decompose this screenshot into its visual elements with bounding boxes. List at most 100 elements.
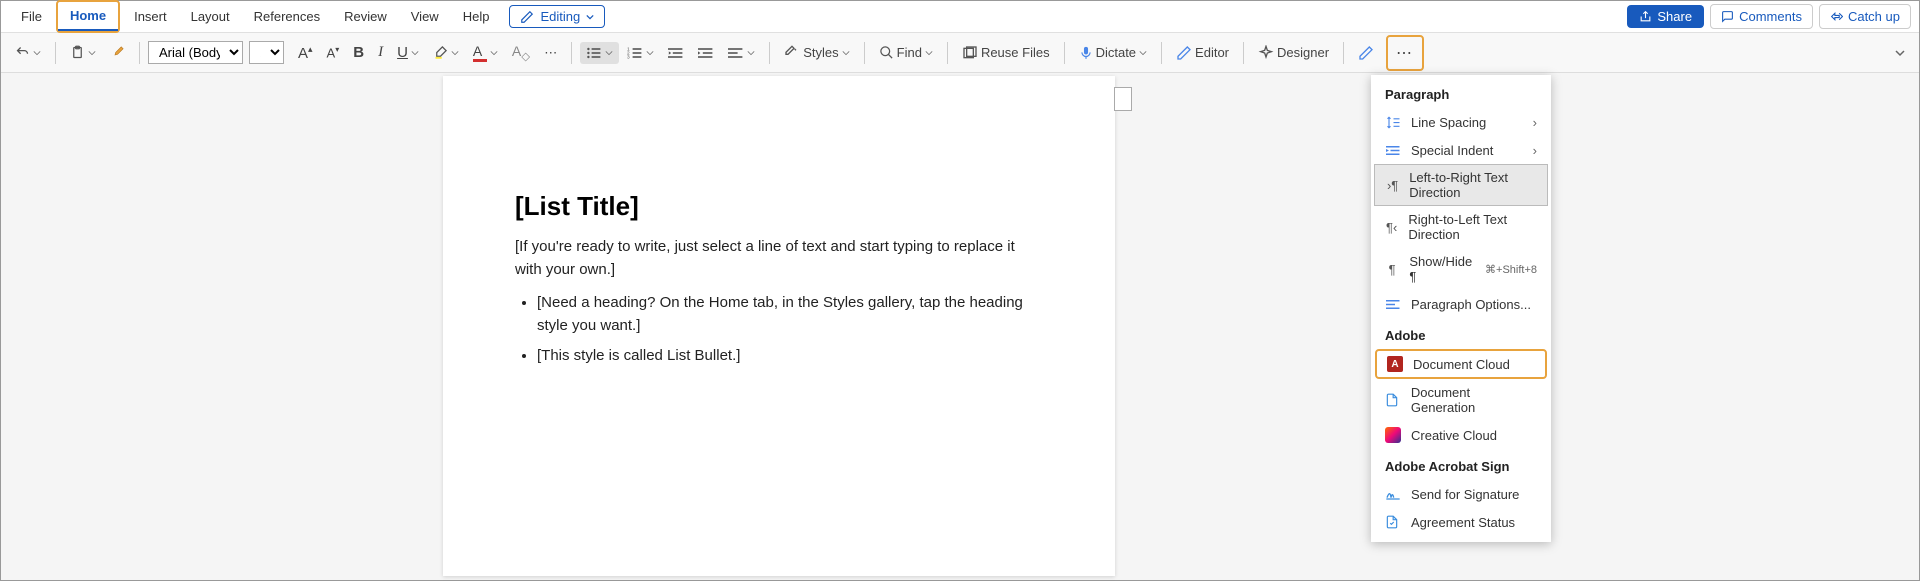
tab-file[interactable]: File xyxy=(9,3,54,30)
menu-document-cloud[interactable]: A Document Cloud xyxy=(1377,351,1545,377)
paragraph-options-icon xyxy=(1385,296,1401,312)
menu-rtl-direction[interactable]: ¶‹ Right-to-Left Text Direction xyxy=(1371,206,1551,248)
font-size-select[interactable]: 15 xyxy=(249,41,284,64)
menu-creative-cloud[interactable]: Creative Cloud xyxy=(1371,421,1551,449)
reuse-files-button[interactable]: Reuse Files xyxy=(956,41,1056,65)
menu-bar: File Home Insert Layout References Revie… xyxy=(1,1,1919,33)
chevron-down-icon xyxy=(490,49,498,57)
divider xyxy=(55,42,56,64)
tab-home[interactable]: Home xyxy=(58,2,118,31)
chevron-down-icon xyxy=(842,49,850,57)
more-font-button[interactable]: ⋯ xyxy=(538,41,563,65)
menu-label: Agreement Status xyxy=(1411,515,1515,530)
underline-button[interactable]: U xyxy=(391,40,425,65)
ellipsis-icon: ⋯ xyxy=(544,45,557,61)
format-painter-button[interactable] xyxy=(104,41,131,64)
menu-document-generation[interactable]: Document Generation xyxy=(1371,379,1551,421)
increase-indent-button[interactable] xyxy=(692,42,720,64)
menu-label: Paragraph Options... xyxy=(1411,297,1531,312)
menu-show-hide[interactable]: ¶ Show/Hide ¶ ⌘+Shift+8 xyxy=(1371,248,1551,290)
chevron-down-icon xyxy=(925,49,933,57)
menu-special-indent[interactable]: Special Indent › xyxy=(1371,136,1551,164)
editor-label: Editor xyxy=(1195,45,1229,60)
editing-label: Editing xyxy=(540,9,580,24)
editing-mode-button[interactable]: Editing xyxy=(509,5,605,28)
catchup-button[interactable]: Catch up xyxy=(1819,4,1911,29)
editor-button[interactable]: Editor xyxy=(1170,41,1235,65)
tab-view[interactable]: View xyxy=(399,3,451,30)
indent-icon xyxy=(698,46,714,60)
list-item[interactable]: [Need a heading? On the Home tab, in the… xyxy=(537,291,1043,338)
chevron-right-icon: › xyxy=(1533,115,1537,130)
ink-button[interactable] xyxy=(1352,41,1380,65)
menu-label: Document Cloud xyxy=(1413,357,1510,372)
next-page-peek xyxy=(1114,87,1132,111)
decrease-indent-button[interactable] xyxy=(662,42,690,64)
chevron-down-icon xyxy=(1139,49,1147,57)
editor-icon xyxy=(1176,45,1192,61)
menu-ltr-direction[interactable]: ›¶ Left-to-Right Text Direction xyxy=(1374,164,1548,206)
document-title[interactable]: [List Title] xyxy=(515,191,1043,222)
clear-format-button[interactable]: A◇ xyxy=(506,39,536,67)
chevron-right-icon: › xyxy=(1533,143,1537,158)
chevron-down-icon xyxy=(1895,48,1905,58)
chevron-down-icon xyxy=(451,49,459,57)
tab-review[interactable]: Review xyxy=(332,3,399,30)
highlight-button[interactable] xyxy=(427,41,465,64)
tab-layout[interactable]: Layout xyxy=(179,3,242,30)
document-icon xyxy=(1385,514,1401,530)
document-paragraph[interactable]: [If you're ready to write, just select a… xyxy=(515,236,1043,281)
divider xyxy=(1243,42,1244,64)
divider xyxy=(1343,42,1344,64)
undo-button[interactable] xyxy=(9,41,47,64)
chevron-down-icon xyxy=(586,13,594,21)
dictate-label: Dictate xyxy=(1096,45,1136,60)
chevron-down-icon xyxy=(33,49,41,57)
menu-label: Document Generation xyxy=(1411,385,1537,415)
ribbon-collapse-button[interactable] xyxy=(1889,44,1911,62)
share-label: Share xyxy=(1657,9,1692,24)
shrink-font-icon: A▾ xyxy=(327,45,340,60)
menu-label: Line Spacing xyxy=(1411,115,1486,130)
find-label: Find xyxy=(897,45,922,60)
paste-button[interactable] xyxy=(64,40,102,65)
share-button[interactable]: Share xyxy=(1627,5,1704,28)
highlight-icon xyxy=(433,45,448,60)
dictate-button[interactable]: Dictate xyxy=(1073,41,1153,65)
bullets-button[interactable] xyxy=(580,42,619,64)
more-options-button[interactable]: ⋯ xyxy=(1390,39,1420,67)
divider xyxy=(769,42,770,64)
menu-label: Special Indent xyxy=(1411,143,1493,158)
list-item[interactable]: [This style is called List Bullet.] xyxy=(537,344,1043,367)
chevron-down-icon xyxy=(88,49,96,57)
italic-button[interactable]: I xyxy=(372,40,389,65)
share-icon xyxy=(1639,10,1652,23)
bold-button[interactable]: B xyxy=(347,40,370,65)
tab-help[interactable]: Help xyxy=(451,3,502,30)
styles-button[interactable]: Styles xyxy=(778,41,855,65)
menu-agreement-status[interactable]: Agreement Status xyxy=(1371,508,1551,536)
shrink-font-button[interactable]: A▾ xyxy=(321,41,346,64)
tab-references[interactable]: References xyxy=(242,3,332,30)
numbering-icon: 123 xyxy=(627,46,643,60)
chevron-down-icon xyxy=(646,49,654,57)
designer-button[interactable]: Designer xyxy=(1252,41,1335,65)
menu-send-signature[interactable]: Send for Signature xyxy=(1371,480,1551,508)
pilcrow-icon: ¶ xyxy=(1385,261,1399,277)
tab-insert[interactable]: Insert xyxy=(122,3,179,30)
find-button[interactable]: Find xyxy=(873,41,939,64)
font-color-button[interactable]: A xyxy=(467,39,504,66)
ltr-icon: ›¶ xyxy=(1386,177,1399,193)
menu-section-adobe: Adobe xyxy=(1371,322,1551,349)
menu-paragraph-options[interactable]: Paragraph Options... xyxy=(1371,290,1551,318)
font-family-select[interactable]: Arial (Body) xyxy=(148,41,243,64)
comments-button[interactable]: Comments xyxy=(1710,4,1813,29)
align-button[interactable] xyxy=(722,42,761,64)
menu-line-spacing[interactable]: Line Spacing › xyxy=(1371,108,1551,136)
adobe-icon: A xyxy=(1387,356,1403,372)
grow-font-button[interactable]: A▴ xyxy=(292,40,319,66)
document-bullet-list[interactable]: [Need a heading? On the Home tab, in the… xyxy=(515,291,1043,367)
rtl-icon: ¶‹ xyxy=(1385,219,1398,235)
numbering-button[interactable]: 123 xyxy=(621,42,660,64)
document-page[interactable]: [List Title] [If you're ready to write, … xyxy=(443,76,1115,576)
